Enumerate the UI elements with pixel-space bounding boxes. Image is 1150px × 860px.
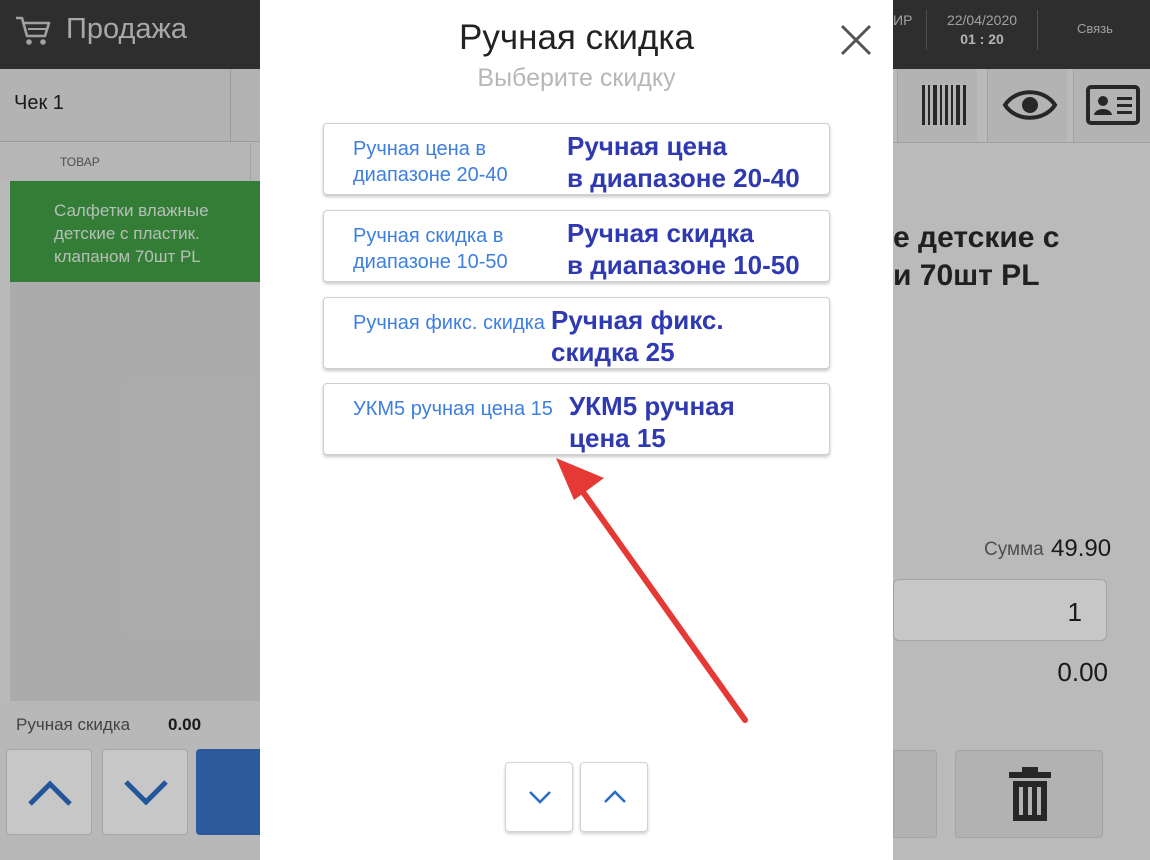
discount-option-title: Ручная цена в диапазоне 20-40 [567,131,800,193]
close-icon[interactable] [838,22,874,58]
discount-option[interactable]: Ручная цена в диапазоне 20-40 Ручная цен… [323,123,830,195]
discount-option-label: Ручная фикс. скидка [353,312,545,334]
page-up-button[interactable] [580,762,648,832]
discount-option-title: Ручная скидка в диапазоне 10-50 [567,218,800,280]
chevron-up-icon [604,790,626,803]
page-down-button[interactable] [505,762,573,832]
dialog-title: Ручная скидка [459,18,694,57]
discount-option-label: Ручная цена в диапазоне 20-40 [353,138,508,186]
discount-option-title: Ручная фикс. скидка 25 [551,305,724,367]
discount-option-label: Ручная скидка в диапазоне 10-50 [353,225,508,273]
discount-option-title: УКМ5 ручная цена 15 [569,391,735,453]
dialog-subtitle: Выберите скидку [477,64,676,92]
discount-option[interactable]: Ручная фикс. скидка Ручная фикс. скидка 2… [323,297,830,369]
discount-option[interactable]: УКМ5 ручная цена 15 УКМ5 ручная цена 15 [323,383,830,455]
discount-option[interactable]: Ручная скидка в диапазоне 10-50 Ручная с… [323,210,830,282]
chevron-down-icon [529,791,551,804]
discount-option-label: УКМ5 ручная цена 15 [353,398,553,420]
manual-discount-dialog: Ручная скидка Выберите скидку Ручная цен… [260,0,893,860]
